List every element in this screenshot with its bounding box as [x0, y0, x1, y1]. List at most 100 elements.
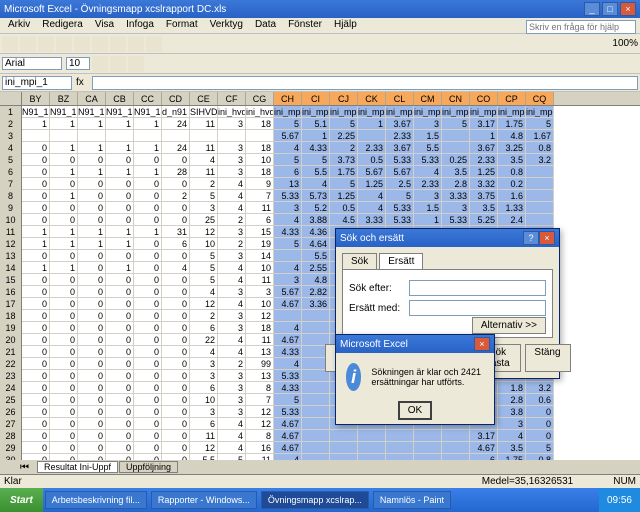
- col-header-CG[interactable]: CG: [246, 92, 274, 105]
- cell[interactable]: 0.5: [330, 202, 358, 214]
- cell[interactable]: 3: [274, 202, 302, 214]
- cell[interactable]: 3.5: [498, 154, 526, 166]
- cell[interactable]: 0: [162, 322, 190, 334]
- ok-button[interactable]: OK: [398, 401, 432, 420]
- cell[interactable]: 0: [162, 418, 190, 430]
- cell[interactable]: 0: [162, 406, 190, 418]
- row-header[interactable]: 10: [0, 214, 22, 226]
- col-header-BZ[interactable]: BZ: [50, 92, 78, 105]
- cell[interactable]: 4: [218, 430, 246, 442]
- cell[interactable]: 0: [106, 334, 134, 346]
- cell[interactable]: 1: [134, 142, 162, 154]
- tab-sok[interactable]: Sök: [342, 253, 377, 269]
- cell[interactable]: 99: [246, 358, 274, 370]
- cell[interactable]: 1.25: [330, 190, 358, 202]
- cell[interactable]: 5.67: [274, 286, 302, 298]
- cell[interactable]: 4.33: [274, 346, 302, 358]
- row-header[interactable]: 22: [0, 358, 22, 370]
- system-tray[interactable]: 09:56: [599, 488, 640, 512]
- cell[interactable]: 0: [22, 250, 50, 262]
- cell[interactable]: 5: [190, 190, 218, 202]
- cell[interactable]: 1: [50, 238, 78, 250]
- row-header[interactable]: 6: [0, 166, 22, 178]
- cell[interactable]: 11: [246, 274, 274, 286]
- cell[interactable]: 0: [526, 418, 554, 430]
- cell[interactable]: 11: [246, 334, 274, 346]
- tab-ersatt[interactable]: Ersätt: [379, 253, 423, 269]
- cell[interactable]: 0: [106, 286, 134, 298]
- cell[interactable]: [442, 430, 470, 442]
- cell[interactable]: 4.67: [470, 442, 498, 454]
- italic-icon[interactable]: [110, 56, 126, 72]
- cell[interactable]: 4.64: [302, 238, 330, 250]
- cell[interactable]: 5.33: [414, 154, 442, 166]
- dialog-close-button[interactable]: ×: [539, 231, 555, 245]
- cell[interactable]: 0: [22, 286, 50, 298]
- sheet-tab-1[interactable]: Resultat Ini-Uppf: [37, 461, 118, 473]
- cell[interactable]: [442, 130, 470, 142]
- row-header[interactable]: 13: [0, 250, 22, 262]
- cell[interactable]: 1: [134, 226, 162, 238]
- cell[interactable]: 0: [162, 394, 190, 406]
- cell[interactable]: 5.5: [302, 166, 330, 178]
- cell[interactable]: 5.5: [302, 250, 330, 262]
- cell[interactable]: 0: [50, 418, 78, 430]
- cell[interactable]: 0: [50, 310, 78, 322]
- cell[interactable]: 4: [302, 178, 330, 190]
- cell[interactable]: 1: [106, 166, 134, 178]
- cell[interactable]: 1: [106, 226, 134, 238]
- cell[interactable]: 0: [50, 358, 78, 370]
- cell[interactable]: 0: [134, 238, 162, 250]
- cell[interactable]: 4: [218, 298, 246, 310]
- cell[interactable]: 1: [22, 238, 50, 250]
- cell[interactable]: 31: [162, 226, 190, 238]
- row-header[interactable]: 18: [0, 310, 22, 322]
- task-4[interactable]: Namnlös - Paint: [373, 491, 451, 509]
- cell[interactable]: 5: [274, 118, 302, 130]
- cell[interactable]: 4: [190, 346, 218, 358]
- cell[interactable]: 0: [134, 418, 162, 430]
- cell[interactable]: 4: [218, 178, 246, 190]
- cell[interactable]: 0: [78, 310, 106, 322]
- cell[interactable]: 0: [78, 370, 106, 382]
- task-1[interactable]: Arbetsbeskrivning fil...: [45, 491, 147, 509]
- col-header-CM[interactable]: CM: [414, 92, 442, 105]
- cell[interactable]: 4.8: [498, 130, 526, 142]
- cell[interactable]: 0: [134, 394, 162, 406]
- cell[interactable]: 4: [274, 262, 302, 274]
- cell[interactable]: 1.75: [498, 118, 526, 130]
- cell[interactable]: 1.25: [470, 166, 498, 178]
- cell[interactable]: 2: [330, 142, 358, 154]
- cell[interactable]: 3: [190, 202, 218, 214]
- cell[interactable]: 0: [78, 430, 106, 442]
- cell[interactable]: 10: [246, 154, 274, 166]
- cell[interactable]: 3: [414, 190, 442, 202]
- cell[interactable]: 1: [414, 214, 442, 226]
- cell[interactable]: 0: [22, 202, 50, 214]
- cell[interactable]: 3.36: [302, 298, 330, 310]
- cell[interactable]: 12: [246, 418, 274, 430]
- cell[interactable]: 1: [50, 166, 78, 178]
- cell[interactable]: 1: [78, 226, 106, 238]
- cell[interactable]: 4: [218, 334, 246, 346]
- cell[interactable]: 4.33: [302, 142, 330, 154]
- cell[interactable]: 0.6: [526, 394, 554, 406]
- cell[interactable]: 0: [50, 214, 78, 226]
- cell[interactable]: 0: [78, 202, 106, 214]
- row-header[interactable]: 4: [0, 142, 22, 154]
- row-header[interactable]: 25: [0, 394, 22, 406]
- underline-icon[interactable]: [128, 56, 144, 72]
- name-box[interactable]: [2, 76, 72, 90]
- cell[interactable]: 0: [106, 250, 134, 262]
- cell[interactable]: 1.6: [498, 190, 526, 202]
- cell[interactable]: 12: [246, 406, 274, 418]
- cell[interactable]: 1.67: [526, 130, 554, 142]
- menu-visa[interactable]: Visa: [89, 18, 120, 33]
- cell[interactable]: 16: [246, 442, 274, 454]
- cell[interactable]: 13: [274, 178, 302, 190]
- cell[interactable]: 10: [190, 394, 218, 406]
- cell[interactable]: 5: [190, 262, 218, 274]
- cell[interactable]: [106, 130, 134, 142]
- cell[interactable]: [218, 130, 246, 142]
- cell[interactable]: [78, 130, 106, 142]
